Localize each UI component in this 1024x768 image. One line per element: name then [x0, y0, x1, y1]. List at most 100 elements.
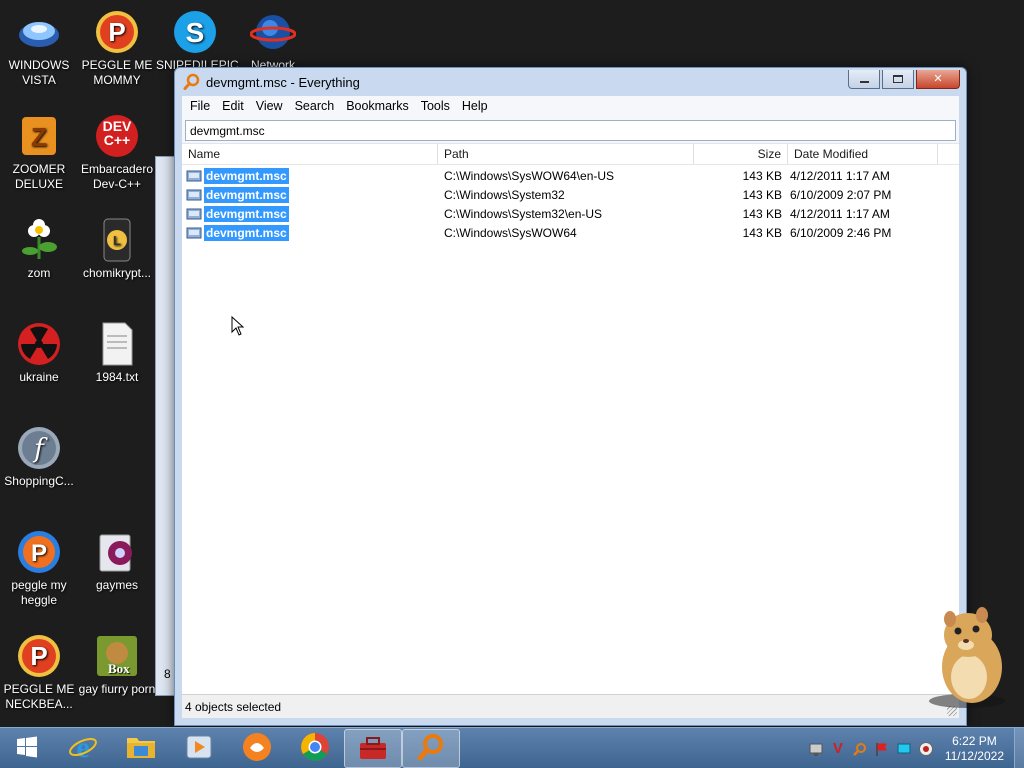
background-window-strip: [156, 157, 176, 695]
radiation-icon: [15, 320, 63, 368]
svg-text:L: L: [113, 233, 121, 248]
table-row[interactable]: devmgmt.msc C:\Windows\System32 143 KB 6…: [182, 185, 959, 204]
column-header-size[interactable]: Size: [694, 144, 788, 164]
flash-icon: f: [15, 424, 63, 472]
msc-file-icon: [186, 188, 202, 202]
desktop-icon-label: ShoppingC...: [4, 474, 74, 488]
desktop-icon-peggle-me-mommy[interactable]: P PEGGLE ME MOMMY: [78, 8, 156, 88]
tray-network-icon[interactable]: [805, 739, 827, 759]
desktop-icon-label: 1984.txt: [95, 370, 139, 384]
start-button[interactable]: [0, 729, 54, 768]
desktop-icon-ukraine[interactable]: ukraine: [0, 320, 78, 385]
box-icon-text: Box: [108, 661, 130, 676]
row-path: C:\Windows\SysWOW64: [444, 225, 577, 240]
chrome-icon: [300, 732, 330, 765]
flower-icon: [15, 216, 63, 264]
menu-help[interactable]: Help: [456, 99, 494, 113]
svg-text:S: S: [186, 17, 205, 48]
svg-text:P: P: [31, 540, 47, 567]
menu-view[interactable]: View: [250, 99, 289, 113]
desktop-icon-label: zom: [27, 266, 51, 280]
taskbar-clock[interactable]: 6:22 PM 11/12/2022: [937, 734, 1014, 764]
row-size: 143 KB: [742, 206, 782, 221]
desktop-icon-peggle-me-neckbeard[interactable]: P PEGGLE ME NECKBEA...: [0, 632, 78, 712]
desktop-icon-zom[interactable]: zom: [0, 216, 78, 281]
table-row[interactable]: devmgmt.msc C:\Windows\SysWOW64\en-US 14…: [182, 166, 959, 185]
close-button[interactable]: ✕: [916, 69, 960, 89]
skype-icon: S: [171, 8, 219, 56]
desktop-icon-label: chomikrypt...: [82, 266, 151, 280]
row-name: devmgmt.msc: [204, 205, 289, 222]
minimize-button[interactable]: [848, 69, 880, 89]
window-title: devmgmt.msc - Everything: [206, 74, 360, 90]
text-file-icon: [93, 320, 141, 368]
menu-edit[interactable]: Edit: [216, 99, 250, 113]
taskbar-chrome[interactable]: [286, 729, 344, 768]
taskbar-internet-explorer[interactable]: e: [54, 729, 112, 768]
row-path: C:\Windows\System32: [444, 187, 565, 202]
column-header-name[interactable]: Name: [182, 144, 438, 164]
desktop-icon-chomikrypt[interactable]: L chomikrypt...: [78, 216, 156, 281]
maximize-button[interactable]: [882, 69, 914, 89]
row-date: 6/10/2009 2:46 PM: [790, 225, 892, 240]
taskbar-toolbox-app[interactable]: [344, 728, 402, 768]
search-input[interactable]: [185, 120, 956, 141]
desktop-icon-label: WINDOWS VISTA: [8, 58, 70, 87]
tray-display-icon[interactable]: [893, 739, 915, 759]
desktop-icon-label: ukraine: [19, 370, 59, 384]
tray-volume-icon[interactable]: [915, 739, 937, 759]
menu-search[interactable]: Search: [289, 99, 341, 113]
taskbar-media-player[interactable]: [170, 729, 228, 768]
column-header-date-modified[interactable]: Date Modified: [788, 144, 938, 164]
internet-explorer-icon: e: [68, 731, 98, 765]
desktop-icon-peggle-my-heggle[interactable]: P peggle my heggle: [0, 528, 78, 608]
row-name: devmgmt.msc: [204, 224, 289, 241]
desktop-icon-label: PEGGLE ME NECKBEA...: [3, 682, 75, 711]
desktop-icon-zoomer-deluxe[interactable]: Z ZOOMER DELUXE: [0, 112, 78, 192]
taskbar-file-explorer[interactable]: [112, 729, 170, 768]
show-desktop-button[interactable]: [1014, 728, 1024, 768]
list-header: Name Path Size Date Modified: [182, 144, 959, 165]
media-player-icon: [185, 733, 213, 764]
taskbar-everything[interactable]: [402, 728, 460, 768]
tray-flag-icon[interactable]: [871, 739, 893, 759]
chomikrypt-icon: L: [93, 216, 141, 264]
desktop-icon-shopping[interactable]: f ShoppingC...: [0, 424, 78, 489]
row-date: 4/12/2011 1:17 AM: [790, 168, 890, 183]
row-size: 143 KB: [742, 187, 782, 202]
tray-everything-icon[interactable]: [849, 739, 871, 759]
desktop-icon-gaymes[interactable]: gaymes: [78, 528, 156, 593]
row-size: 143 KB: [742, 225, 782, 240]
everything-magnifier-icon: [416, 732, 446, 765]
table-row[interactable]: devmgmt.msc C:\Windows\SysWOW64 143 KB 6…: [182, 223, 959, 242]
desktop-icon-label: gaymes: [95, 578, 139, 592]
hamster-mascot[interactable]: [922, 605, 1012, 710]
search-bar: [182, 116, 959, 144]
window-controls: ✕: [848, 69, 960, 89]
desktop-icon-1984-txt[interactable]: 1984.txt: [78, 320, 156, 385]
menu-tools[interactable]: Tools: [415, 99, 456, 113]
msc-file-icon: [186, 169, 202, 183]
svg-text:e: e: [76, 732, 89, 762]
desktop-icon-windows-vista[interactable]: WINDOWS VISTA: [0, 8, 78, 88]
desktop-icon-label: ZOOMER DELUXE: [12, 162, 66, 191]
minimize-icon: [859, 80, 869, 83]
everything-window[interactable]: devmgmt.msc - Everything ✕ File Edit Vie…: [174, 67, 967, 726]
tray-antivirus-icon[interactable]: V: [827, 739, 849, 759]
menu-file[interactable]: File: [184, 99, 216, 113]
title-bar[interactable]: devmgmt.msc - Everything ✕: [175, 68, 966, 96]
taskbar-uc-browser[interactable]: [228, 729, 286, 768]
table-row[interactable]: devmgmt.msc C:\Windows\System32\en-US 14…: [182, 204, 959, 223]
magnifier-icon: [183, 73, 201, 91]
row-path: C:\Windows\System32\en-US: [444, 206, 603, 221]
mouse-cursor-icon: [231, 315, 245, 339]
desktop-icon-label: Embarcadero Dev-C++: [80, 162, 154, 191]
row-path: C:\Windows\SysWOW64\en-US: [444, 168, 615, 183]
menu-bookmarks[interactable]: Bookmarks: [340, 99, 415, 113]
desktop-icon-network[interactable]: Network: [234, 8, 312, 73]
svg-text:P: P: [30, 641, 47, 671]
desktop-icon-label: gay fiurry porn: [78, 682, 156, 696]
column-header-path[interactable]: Path: [438, 144, 694, 164]
row-name: devmgmt.msc: [204, 186, 289, 203]
menu-bar: File Edit View Search Bookmarks Tools He…: [182, 96, 959, 116]
